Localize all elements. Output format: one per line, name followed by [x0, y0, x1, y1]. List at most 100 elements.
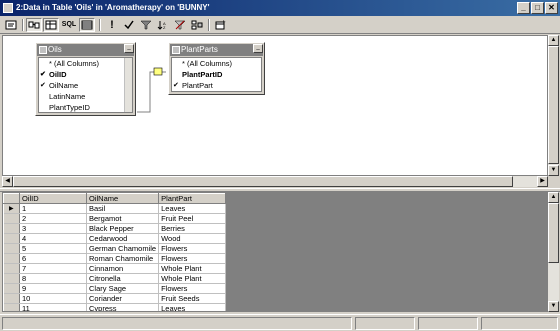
- grid-pane-button[interactable]: [43, 18, 59, 32]
- row-selector[interactable]: [3, 223, 20, 234]
- row-selector[interactable]: [3, 243, 20, 254]
- table-row[interactable]: 2 Bergamot Fruit Peel: [3, 213, 227, 224]
- table-row[interactable]: 8 Citronella Whole Plant: [3, 273, 227, 284]
- checkbox[interactable]: ✔: [173, 82, 180, 89]
- column-item[interactable]: PlantPartID: [172, 69, 261, 80]
- cell-plantpart[interactable]: Leaves: [158, 203, 227, 214]
- cell-oilid[interactable]: 10: [19, 293, 87, 304]
- column-item[interactable]: ✔ OilID: [39, 69, 132, 80]
- table-row[interactable]: 7 Cinnamon Whole Plant: [3, 263, 227, 274]
- checkbox[interactable]: [173, 60, 180, 67]
- scroll-down-button[interactable]: ▼: [548, 165, 559, 176]
- cell-oilname[interactable]: Cedarwood: [86, 233, 160, 244]
- row-selector[interactable]: [3, 213, 20, 224]
- cell-oilname[interactable]: Bergamot: [86, 213, 160, 224]
- remove-filter-button[interactable]: [172, 18, 188, 32]
- cell-oilid[interactable]: 9: [19, 283, 87, 294]
- maximize-button[interactable]: □: [531, 2, 544, 14]
- column-item[interactable]: * (All Columns): [172, 58, 261, 69]
- properties-button[interactable]: [3, 18, 19, 32]
- table-row[interactable]: 11 Cypress Leaves: [3, 303, 227, 311]
- column-header-oilname[interactable]: OilName: [85, 193, 160, 204]
- sort-button[interactable]: AZ: [155, 18, 171, 32]
- cell-oilid[interactable]: 5: [19, 243, 87, 254]
- table-row[interactable]: 6 Roman Chamomile Flowers: [3, 253, 227, 264]
- column-item[interactable]: PlantTypeID: [39, 102, 132, 112]
- scroll-down-button[interactable]: ▼: [548, 301, 559, 312]
- cell-oilname[interactable]: German Chamomile: [86, 243, 160, 254]
- cell-oilid[interactable]: 11: [19, 303, 87, 311]
- diagram-pane-button[interactable]: [26, 18, 42, 32]
- checkbox[interactable]: [173, 71, 180, 78]
- cell-oilid[interactable]: 2: [19, 213, 87, 224]
- verify-sql-button[interactable]: [121, 18, 137, 32]
- column-item[interactable]: ✔ PlantPart: [172, 80, 261, 91]
- run-button[interactable]: !: [104, 18, 120, 32]
- row-selector[interactable]: [3, 273, 20, 284]
- cell-oilid[interactable]: 4: [19, 233, 87, 244]
- cell-plantpart[interactable]: Fruit Seeds: [158, 293, 227, 304]
- cell-oilid[interactable]: 6: [19, 253, 87, 264]
- diagram-horizontal-scrollbar[interactable]: ◀ ▶: [2, 176, 548, 187]
- cell-plantpart[interactable]: Flowers: [158, 283, 227, 294]
- diagram-pane[interactable]: Oils _ * (All Columns) ✔ OilID ✔ OilName L…: [2, 35, 548, 176]
- results-grid[interactable]: OilID OilName PlantPart ▶ 1 Basil Leaves 2 Be…: [3, 193, 227, 311]
- column-header-oilid[interactable]: OilID: [19, 193, 87, 204]
- table-box-plantparts[interactable]: PlantParts _ * (All Columns) PlantPartID…: [168, 42, 265, 95]
- table-box-header[interactable]: PlantParts: [170, 44, 263, 56]
- cell-plantpart[interactable]: Whole Plant: [158, 263, 227, 274]
- table-box-header[interactable]: Oils: [37, 44, 134, 56]
- grid-vertical-scrollbar[interactable]: ▲ ▼: [548, 192, 559, 312]
- cell-plantpart[interactable]: Berries: [158, 223, 227, 234]
- scroll-up-button[interactable]: ▲: [548, 192, 559, 203]
- checkbox[interactable]: [40, 93, 47, 100]
- diagram-vertical-scrollbar[interactable]: ▲ ▼: [548, 35, 559, 176]
- cell-oilid[interactable]: 8: [19, 273, 87, 284]
- cell-oilname[interactable]: Coriander: [86, 293, 160, 304]
- cell-oilname[interactable]: Clary Sage: [86, 283, 160, 294]
- checkbox[interactable]: ✔: [40, 71, 47, 78]
- row-selector[interactable]: ▶: [3, 203, 20, 214]
- row-selector-header[interactable]: [3, 193, 20, 204]
- column-item[interactable]: LatinName: [39, 91, 132, 102]
- checkbox[interactable]: ✔: [40, 82, 47, 89]
- cell-oilname[interactable]: Citronella: [86, 273, 160, 284]
- app-icon[interactable]: [3, 3, 13, 13]
- row-selector[interactable]: [3, 253, 20, 264]
- minimize-table-button[interactable]: _: [124, 44, 134, 53]
- cell-plantpart[interactable]: Whole Plant: [158, 273, 227, 284]
- scroll-right-button[interactable]: ▶: [537, 176, 548, 187]
- table-row[interactable]: 10 Coriander Fruit Seeds: [3, 293, 227, 304]
- table-box-oils[interactable]: Oils _ * (All Columns) ✔ OilID ✔ OilName L…: [35, 42, 136, 116]
- row-selector[interactable]: [3, 283, 20, 294]
- column-item[interactable]: * (All Columns): [39, 58, 132, 69]
- table-row[interactable]: 9 Clary Sage Flowers: [3, 283, 227, 294]
- cell-plantpart[interactable]: Wood: [158, 233, 227, 244]
- scroll-up-button[interactable]: ▲: [548, 35, 559, 46]
- table-row[interactable]: 4 Cedarwood Wood: [3, 233, 227, 244]
- minimize-button[interactable]: _: [517, 2, 530, 14]
- join-line[interactable]: [136, 64, 168, 116]
- table-row[interactable]: 3 Black Pepper Berries: [3, 223, 227, 234]
- cell-oilid[interactable]: 1: [19, 203, 87, 214]
- close-button[interactable]: ✕: [545, 2, 558, 14]
- scroll-left-button[interactable]: ◀: [2, 176, 13, 187]
- checkbox[interactable]: [40, 60, 47, 67]
- cell-oilid[interactable]: 3: [19, 223, 87, 234]
- table-row[interactable]: 5 German Chamomile Flowers: [3, 243, 227, 254]
- sql-pane-button[interactable]: SQL: [60, 18, 78, 32]
- cell-oilname[interactable]: Black Pepper: [86, 223, 160, 234]
- cell-oilname[interactable]: Cinnamon: [86, 263, 160, 274]
- column-item[interactable]: ✔ OilName: [39, 80, 132, 91]
- row-selector[interactable]: [3, 233, 20, 244]
- cell-oilname[interactable]: Basil: [86, 203, 160, 214]
- scroll-thumb[interactable]: [13, 176, 513, 187]
- cell-oilname[interactable]: Roman Chamomile: [86, 253, 160, 264]
- results-pane[interactable]: OilID OilName PlantPart ▶ 1 Basil Leaves 2 Be…: [2, 192, 548, 312]
- column-header-plantpart[interactable]: PlantPart: [158, 193, 227, 204]
- add-table-button[interactable]: +: [213, 18, 229, 32]
- group-by-button[interactable]: [189, 18, 205, 32]
- checkbox[interactable]: [40, 104, 47, 111]
- cell-oilid[interactable]: 7: [19, 263, 87, 274]
- results-pane-button[interactable]: [79, 18, 95, 32]
